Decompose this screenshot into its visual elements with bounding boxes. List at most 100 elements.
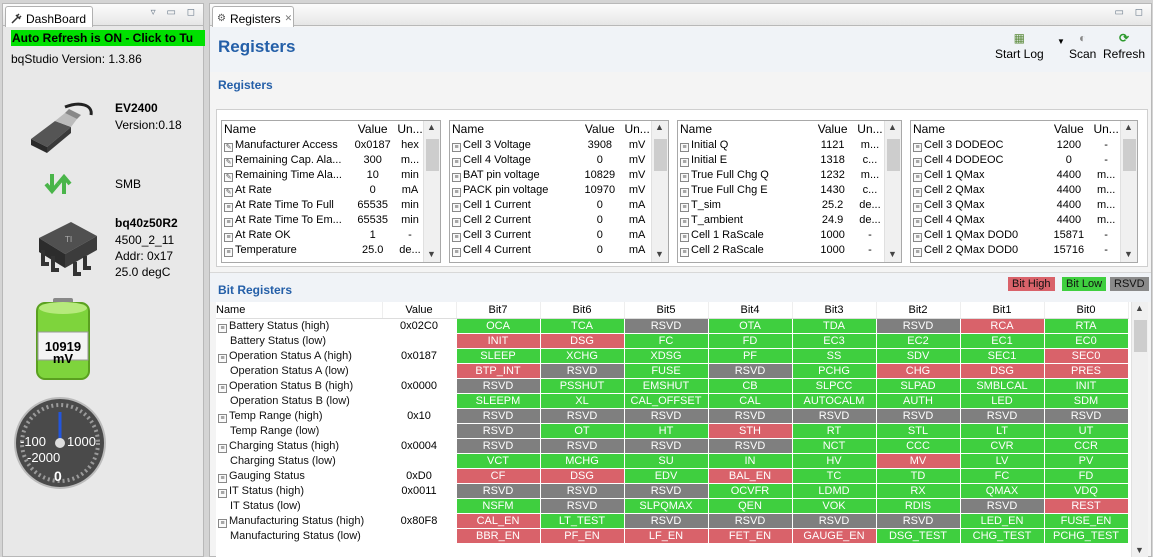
bit-cell[interactable]: LT bbox=[960, 423, 1045, 439]
bit-cell[interactable]: RCA bbox=[960, 318, 1045, 334]
start-log-button[interactable]: ▦ Start Log bbox=[995, 31, 1044, 61]
bit-cell[interactable]: RSVD bbox=[708, 408, 793, 424]
chevron-up-icon[interactable]: ▲ bbox=[1124, 122, 1133, 132]
bit-cell[interactable]: RSVD bbox=[624, 318, 709, 334]
bit-register-row[interactable]: Charging Status (low) VCT MCHG SU IN HV MV LV PV bbox=[216, 453, 1129, 469]
bit-cell[interactable]: STL bbox=[876, 423, 961, 439]
bit-cell[interactable]: RTA bbox=[1044, 318, 1129, 334]
bit-cell[interactable]: RSVD bbox=[876, 513, 961, 529]
bit-cell[interactable]: STH bbox=[708, 423, 793, 439]
bit-cell[interactable]: RSVD bbox=[708, 363, 793, 379]
scrollbar-thumb[interactable] bbox=[887, 139, 900, 171]
bit-cell[interactable]: PF_EN bbox=[540, 528, 625, 544]
bit-cell[interactable]: RSVD bbox=[456, 423, 541, 439]
chevron-up-icon[interactable]: ▲ bbox=[427, 122, 436, 132]
bit-cell[interactable]: EC3 bbox=[792, 333, 877, 349]
column-header-unit[interactable]: Un... bbox=[622, 121, 651, 138]
scrollbar-thumb[interactable] bbox=[1123, 139, 1136, 171]
bit-cell[interactable]: RSVD bbox=[456, 438, 541, 454]
bit-cell[interactable]: INIT bbox=[456, 333, 541, 349]
chevron-down-icon[interactable]: ▼ bbox=[655, 249, 664, 259]
bit-register-row[interactable]: Operation Status A (low) BTP_INT RSVD FUSE R… bbox=[216, 363, 1129, 379]
bit-cell[interactable]: SDM bbox=[1044, 393, 1129, 409]
bit-cell[interactable]: RSVD bbox=[624, 438, 709, 454]
bit-cell[interactable]: RSVD bbox=[624, 408, 709, 424]
bit-column-header[interactable]: Bit4 bbox=[708, 302, 793, 319]
close-icon[interactable]: ✕ bbox=[285, 13, 293, 24]
bit-column-header[interactable]: Bit3 bbox=[792, 302, 877, 319]
bit-cell[interactable]: CVR bbox=[960, 438, 1045, 454]
register-row[interactable]: ≡ Cell 3 Voltage 3908 mV bbox=[450, 138, 668, 153]
bit-cell[interactable]: EC1 bbox=[960, 333, 1045, 349]
bit-cell[interactable]: RSVD bbox=[624, 483, 709, 499]
register-row[interactable]: ≡ True Full Chg E 1430 c... bbox=[678, 183, 901, 198]
bit-cell[interactable]: CCR bbox=[1044, 438, 1129, 454]
bit-cell[interactable]: TD bbox=[876, 468, 961, 484]
scrollbar[interactable]: ▲ ▼ bbox=[884, 121, 901, 262]
register-row[interactable]: ≡ Cell 4 Current 0 mA bbox=[450, 243, 668, 258]
bit-cell[interactable]: CF bbox=[456, 468, 541, 484]
column-header-name[interactable]: Name bbox=[450, 121, 577, 138]
column-header-unit[interactable]: Un... bbox=[1091, 121, 1120, 138]
bit-register-row[interactable]: ≡ Temp Range (high) 0x10 RSVD RSVD RSVD RSVD RS… bbox=[216, 408, 1129, 424]
bit-cell[interactable]: QMAX bbox=[960, 483, 1045, 499]
bit-column-header[interactable]: Bit2 bbox=[876, 302, 961, 319]
registers-tab[interactable]: ⚙ Registers ✕ bbox=[212, 6, 294, 27]
bit-cell[interactable]: PCHG_TEST bbox=[1044, 528, 1129, 544]
dashboard-tab[interactable]: DashBoard bbox=[5, 6, 94, 27]
auto-refresh-toggle[interactable]: Auto Refresh is ON - Click to Tu bbox=[11, 30, 205, 46]
bit-cell[interactable]: RDIS bbox=[876, 498, 961, 514]
register-row[interactable]: ≡ Cell 1 QMax 4400 m... bbox=[911, 168, 1137, 183]
bit-cell[interactable]: PV bbox=[1044, 453, 1129, 469]
column-header-value[interactable]: Value bbox=[350, 121, 395, 138]
bit-cell[interactable]: OTA bbox=[708, 318, 793, 334]
bit-cell[interactable]: OCA bbox=[456, 318, 541, 334]
scrollbar-thumb[interactable] bbox=[426, 139, 439, 171]
bit-cell[interactable]: FUSE bbox=[624, 363, 709, 379]
bit-cell[interactable]: BTP_INT bbox=[456, 363, 541, 379]
bit-cell[interactable]: XCHG bbox=[540, 348, 625, 364]
bit-cell[interactable]: SLEEPM bbox=[456, 393, 541, 409]
bit-cell[interactable]: RSVD bbox=[876, 408, 961, 424]
scrollbar-thumb[interactable] bbox=[654, 139, 667, 171]
bit-cell[interactable]: SLPCC bbox=[792, 378, 877, 394]
bit-cell[interactable]: DSG bbox=[960, 363, 1045, 379]
chevron-down-icon[interactable]: ▼ bbox=[1135, 545, 1144, 555]
bit-cell[interactable]: BBR_EN bbox=[456, 528, 541, 544]
bit-column-header[interactable]: Bit0 bbox=[1044, 302, 1129, 319]
bit-cell[interactable]: RSVD bbox=[540, 363, 625, 379]
bit-cell[interactable]: RX bbox=[876, 483, 961, 499]
bit-cell[interactable]: CAL bbox=[708, 393, 793, 409]
chevron-down-icon[interactable]: ▼ bbox=[427, 249, 436, 259]
bit-cell[interactable]: MCHG bbox=[540, 453, 625, 469]
bit-cell[interactable]: LED bbox=[960, 393, 1045, 409]
register-row[interactable]: ≡ Cell 2 QMax DOD0 15716 - bbox=[911, 243, 1137, 258]
bit-cell[interactable]: EMSHUT bbox=[624, 378, 709, 394]
bit-column-header[interactable]: Name bbox=[216, 302, 383, 319]
chevron-up-icon[interactable]: ▲ bbox=[1135, 303, 1144, 313]
register-row[interactable]: ≡ Cell 4 DODEOC 0 - bbox=[911, 153, 1137, 168]
bit-cell[interactable]: SS bbox=[792, 348, 877, 364]
register-row[interactable]: ✎ Remaining Time Ala... 10 min bbox=[222, 168, 440, 183]
register-row[interactable]: ≡ Initial E 1318 c... bbox=[678, 153, 901, 168]
register-row[interactable]: ≡ T_ambient 24.9 de... bbox=[678, 213, 901, 228]
bit-cell[interactable]: IN bbox=[708, 453, 793, 469]
column-header-unit[interactable]: Un... bbox=[395, 121, 424, 138]
view-controls[interactable]: ▿ ▭ ◻ bbox=[151, 7, 199, 18]
bit-cell[interactable]: RSVD bbox=[792, 408, 877, 424]
register-row[interactable]: ≡ At Rate Time To Em... 65535 min bbox=[222, 213, 440, 228]
bit-cell[interactable]: RSVD bbox=[456, 408, 541, 424]
bit-register-row[interactable]: Temp Range (low) RSVD OT HT STH RT STL LT UT bbox=[216, 423, 1129, 439]
column-header-name[interactable]: Name bbox=[678, 121, 810, 138]
bit-cell[interactable]: RSVD bbox=[540, 408, 625, 424]
bit-cell[interactable]: SMBLCAL bbox=[960, 378, 1045, 394]
register-row[interactable]: ≡ Cell 1 Current 0 mA bbox=[450, 198, 668, 213]
bit-cell[interactable]: NSFM bbox=[456, 498, 541, 514]
register-row[interactable]: ≡ Cell 2 Current 0 mA bbox=[450, 213, 668, 228]
bit-cell[interactable]: DSG_TEST bbox=[876, 528, 961, 544]
bit-cell[interactable]: RSVD bbox=[540, 483, 625, 499]
bit-cell[interactable]: AUTOCALM bbox=[792, 393, 877, 409]
bit-cell[interactable]: TDA bbox=[792, 318, 877, 334]
register-row[interactable]: ≡ Cell 1 RaScale 1000 - bbox=[678, 228, 901, 243]
bit-cell[interactable]: REST bbox=[1044, 498, 1129, 514]
